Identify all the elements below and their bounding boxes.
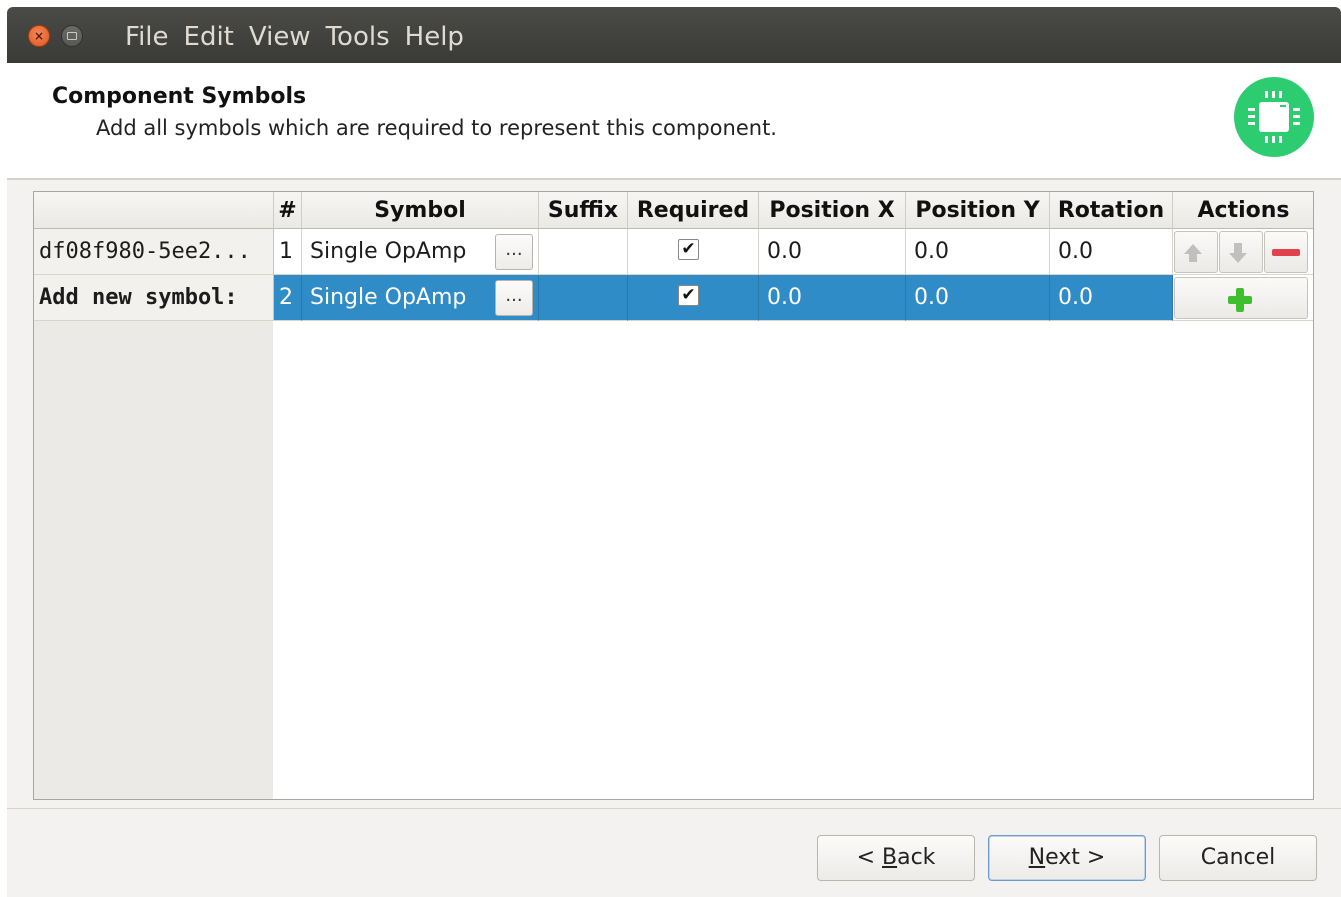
remove-symbol-button[interactable] xyxy=(1264,231,1308,273)
table-corner[interactable] xyxy=(34,192,274,229)
back-label-rest: ack xyxy=(897,845,936,870)
required-checkbox[interactable]: ✔ xyxy=(678,239,699,260)
cell-rotation[interactable]: 0.0 xyxy=(1050,275,1173,321)
column-header-position-y[interactable]: Position Y xyxy=(906,192,1050,229)
title-bar: × File Edit View Tools Help xyxy=(7,7,1341,63)
cell-position-y[interactable]: 0.0 xyxy=(906,275,1050,321)
close-window-button[interactable]: × xyxy=(28,25,50,47)
column-header-actions[interactable]: Actions xyxy=(1173,192,1313,229)
cell-position-x[interactable]: 0.0 xyxy=(759,229,906,275)
maximize-icon xyxy=(67,32,77,40)
back-button[interactable]: < Back xyxy=(817,835,975,881)
cell-required[interactable]: ✔ xyxy=(628,229,759,275)
column-header-position-x[interactable]: Position X xyxy=(759,192,906,229)
arrow-down-stem xyxy=(1234,243,1242,253)
chip-icon-graphic xyxy=(1248,91,1300,143)
symbol-name: Single OpAmp xyxy=(310,239,467,264)
move-up-button[interactable] xyxy=(1174,231,1218,273)
minus-icon xyxy=(1272,249,1300,256)
column-header-suffix[interactable]: Suffix xyxy=(539,192,628,229)
arrow-down-icon xyxy=(1229,253,1247,263)
menu-edit[interactable]: Edit xyxy=(184,18,234,52)
cell-number[interactable]: 1 xyxy=(274,229,302,275)
page-title: Component Symbols xyxy=(52,84,307,109)
chip-icon xyxy=(1234,77,1314,157)
menu-help[interactable]: Help xyxy=(405,18,464,52)
browse-symbol-button[interactable]: ... xyxy=(495,280,533,316)
menu-view[interactable]: View xyxy=(249,18,311,52)
page-subtitle: Add all symbols which are required to re… xyxy=(96,116,777,140)
next-label-rest: ext > xyxy=(1045,845,1106,870)
maximize-window-button[interactable] xyxy=(61,25,83,47)
column-header-symbol[interactable]: Symbol xyxy=(302,192,539,229)
cell-required[interactable]: ✔ xyxy=(628,275,759,321)
cell-number[interactable]: 2 xyxy=(274,275,302,321)
menu-bar: File Edit View Tools Help xyxy=(125,7,479,63)
column-header-rotation[interactable]: Rotation xyxy=(1050,192,1173,229)
back-label-prefix: < xyxy=(856,845,882,870)
column-header-required[interactable]: Required xyxy=(628,192,759,229)
plus-icon-vertical xyxy=(1236,288,1244,312)
column-header-number[interactable]: # xyxy=(274,192,302,229)
cancel-button[interactable]: Cancel xyxy=(1159,835,1317,881)
row-header-uuid[interactable]: df08f980-5ee2... xyxy=(34,229,274,275)
back-mnemonic: B xyxy=(882,845,898,870)
menu-file[interactable]: File xyxy=(125,18,169,52)
menu-tools[interactable]: Tools xyxy=(326,18,390,52)
next-button[interactable]: Next > xyxy=(988,835,1146,881)
row-header-add-new[interactable]: Add new symbol: xyxy=(34,275,274,321)
browse-symbol-button[interactable]: ... xyxy=(495,234,533,270)
move-down-button[interactable] xyxy=(1219,231,1263,273)
cell-suffix[interactable] xyxy=(539,275,628,321)
required-checkbox[interactable]: ✔ xyxy=(678,285,699,306)
symbols-table[interactable]: # Symbol Suffix Required Position X Posi… xyxy=(33,191,1314,800)
cell-suffix[interactable] xyxy=(539,229,628,275)
cell-position-y[interactable]: 0.0 xyxy=(906,229,1050,275)
add-symbol-button[interactable] xyxy=(1174,277,1308,319)
cell-rotation[interactable]: 0.0 xyxy=(1050,229,1173,275)
arrow-up-stem xyxy=(1189,253,1197,262)
close-icon: × xyxy=(33,29,45,43)
symbol-name: Single OpAmp xyxy=(310,285,467,310)
next-mnemonic: N xyxy=(1028,845,1046,870)
cell-position-x[interactable]: 0.0 xyxy=(759,275,906,321)
